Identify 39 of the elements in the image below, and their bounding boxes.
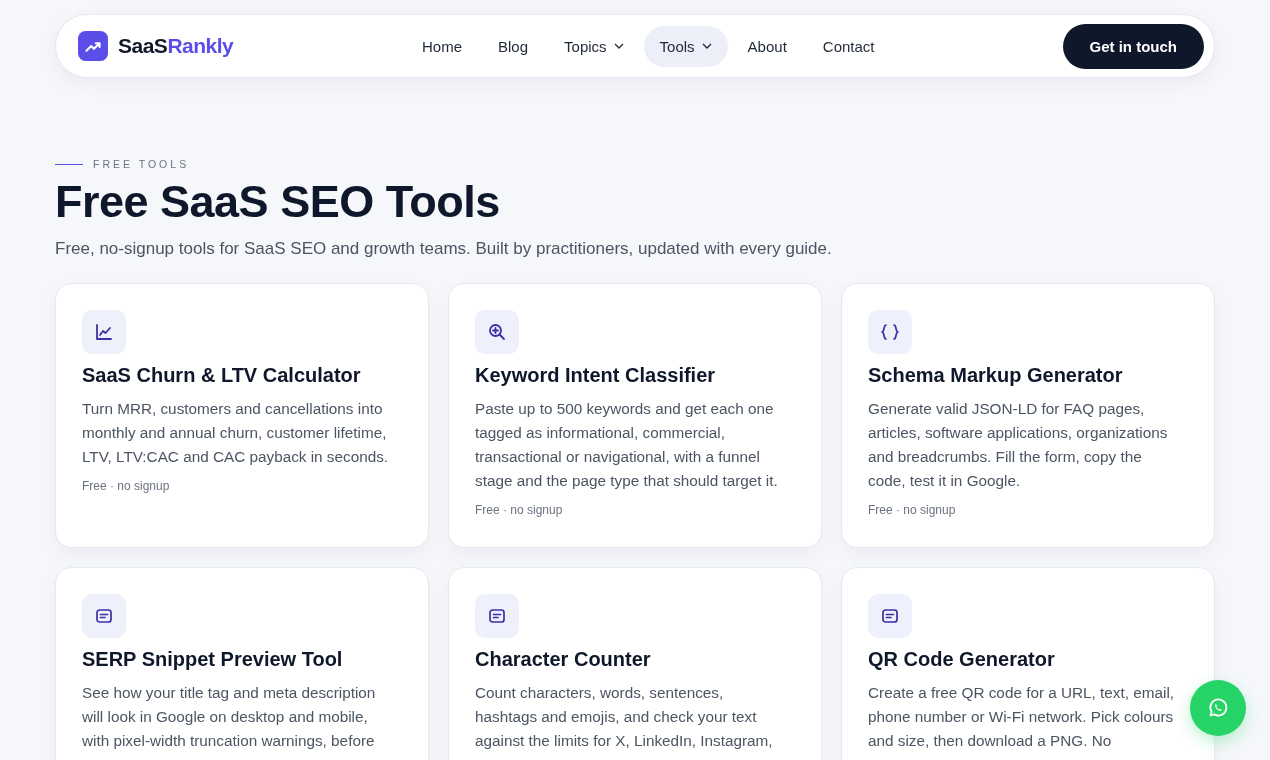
page-subtitle: Free, no-signup tools for SaaS SEO and growth teams. Built by practitioners, updated with every guide.: [55, 239, 833, 260]
tool-card[interactable]: [448, 283, 822, 549]
tool-description: Create a free QR code for a URL, text, email, phone number or Wi-Fi network. Pick colours and size, then download a PNG. No: [868, 683, 1176, 752]
line-chart-icon: [95, 323, 113, 342]
tool-title: SaaS Churn & LTV Calculator: [82, 364, 362, 388]
tool-title: SERP Snippet Preview Tool: [82, 648, 344, 672]
tool-title: Schema Markup Generator: [868, 364, 1124, 388]
tool-description: Generate valid JSON-LD for FAQ pages, articles, software applications, organizations and breadcrumbs. Fill the form, copy the code, test it in Google.: [868, 399, 1169, 492]
tool-description: Turn MRR, customers and cancellations into monthly and annual churn, customer lifetime, LTV, LTV:CAC and CAC payback in seconds.: [82, 399, 390, 468]
page-title: Free SaaS SEO Tools: [55, 178, 501, 226]
nav-link[interactable]: Topics: [548, 25, 640, 67]
section-eyebrow: FREE TOOLS: [93, 158, 190, 170]
tool-card[interactable]: QR Code Generator Create a free QR code for a URL, text, email, phone number or Wi-Fi network. Pick colours and size, then download a PNG. No: [841, 567, 1215, 760]
tool-card[interactable]: Schema Markup Generator Generate valid JSON-LD for FAQ pages, articles, software applications, organizations and breadcrumbs. Fill the form, copy the code, test it in Google. Free · no signup: [841, 283, 1215, 549]
tool-card[interactable]: Character Counter Count characters, words, sentences, hashtags and emojis, and check your text against the limits for X, LinkedIn, Instagram,: [448, 567, 822, 760]
nav-link[interactable]: Blog: [482, 25, 545, 67]
nav-link[interactable]: Contact: [806, 25, 891, 67]
get-in-touch-button[interactable]: Get in touch: [1062, 23, 1204, 69]
nav-link[interactable]: About: [731, 25, 803, 67]
document-icon: [488, 607, 506, 626]
tool-note: Free · no signup: [475, 503, 564, 518]
tool-title: Keyword Intent Classifier: [475, 364, 717, 388]
document-icon: [95, 607, 113, 626]
brand-name[interactable]: SaaSRankly: [118, 34, 234, 58]
tool-description: See how your title tag and meta description will look in Google on desktop and mobile, with pixel-width truncation warnings, before: [82, 683, 377, 752]
tool-title: Character Counter: [475, 648, 652, 672]
zoom-in-icon: [488, 323, 506, 342]
tool-card[interactable]: SERP Snippet Preview Tool See how your title tag and meta description will look in Google on desktop and mobile, with pixel-width truncation warnings, before: [55, 567, 429, 760]
tool-note: Free · no signup: [868, 503, 957, 518]
tool-description: Paste up to 500 keywords and get each one tagged as informational, commercial, transactional or navigational, with a funnel stage and the page type that should target it.: [475, 399, 779, 492]
tool-note: Free · no signup: [82, 479, 171, 494]
tool-description: Count characters, words, sentences, hashtags and emojis, and check your text against the limits for X, LinkedIn, Instagram,: [475, 683, 774, 752]
code-braces-icon: [880, 323, 900, 342]
nav-link[interactable]: Tools: [643, 25, 728, 67]
document-icon: [881, 607, 899, 626]
logo-icon[interactable]: [78, 31, 108, 61]
nav-link[interactable]: Home: [406, 25, 478, 67]
tool-card[interactable]: SaaS Churn & LTV Calculator Turn MRR, customers and cancellations into monthly and annual churn, customer lifetime, LTV, LTV:CAC and CAC payback in seconds. Free · no signup: [55, 283, 429, 549]
tool-title: QR Code Generator: [868, 648, 1056, 672]
